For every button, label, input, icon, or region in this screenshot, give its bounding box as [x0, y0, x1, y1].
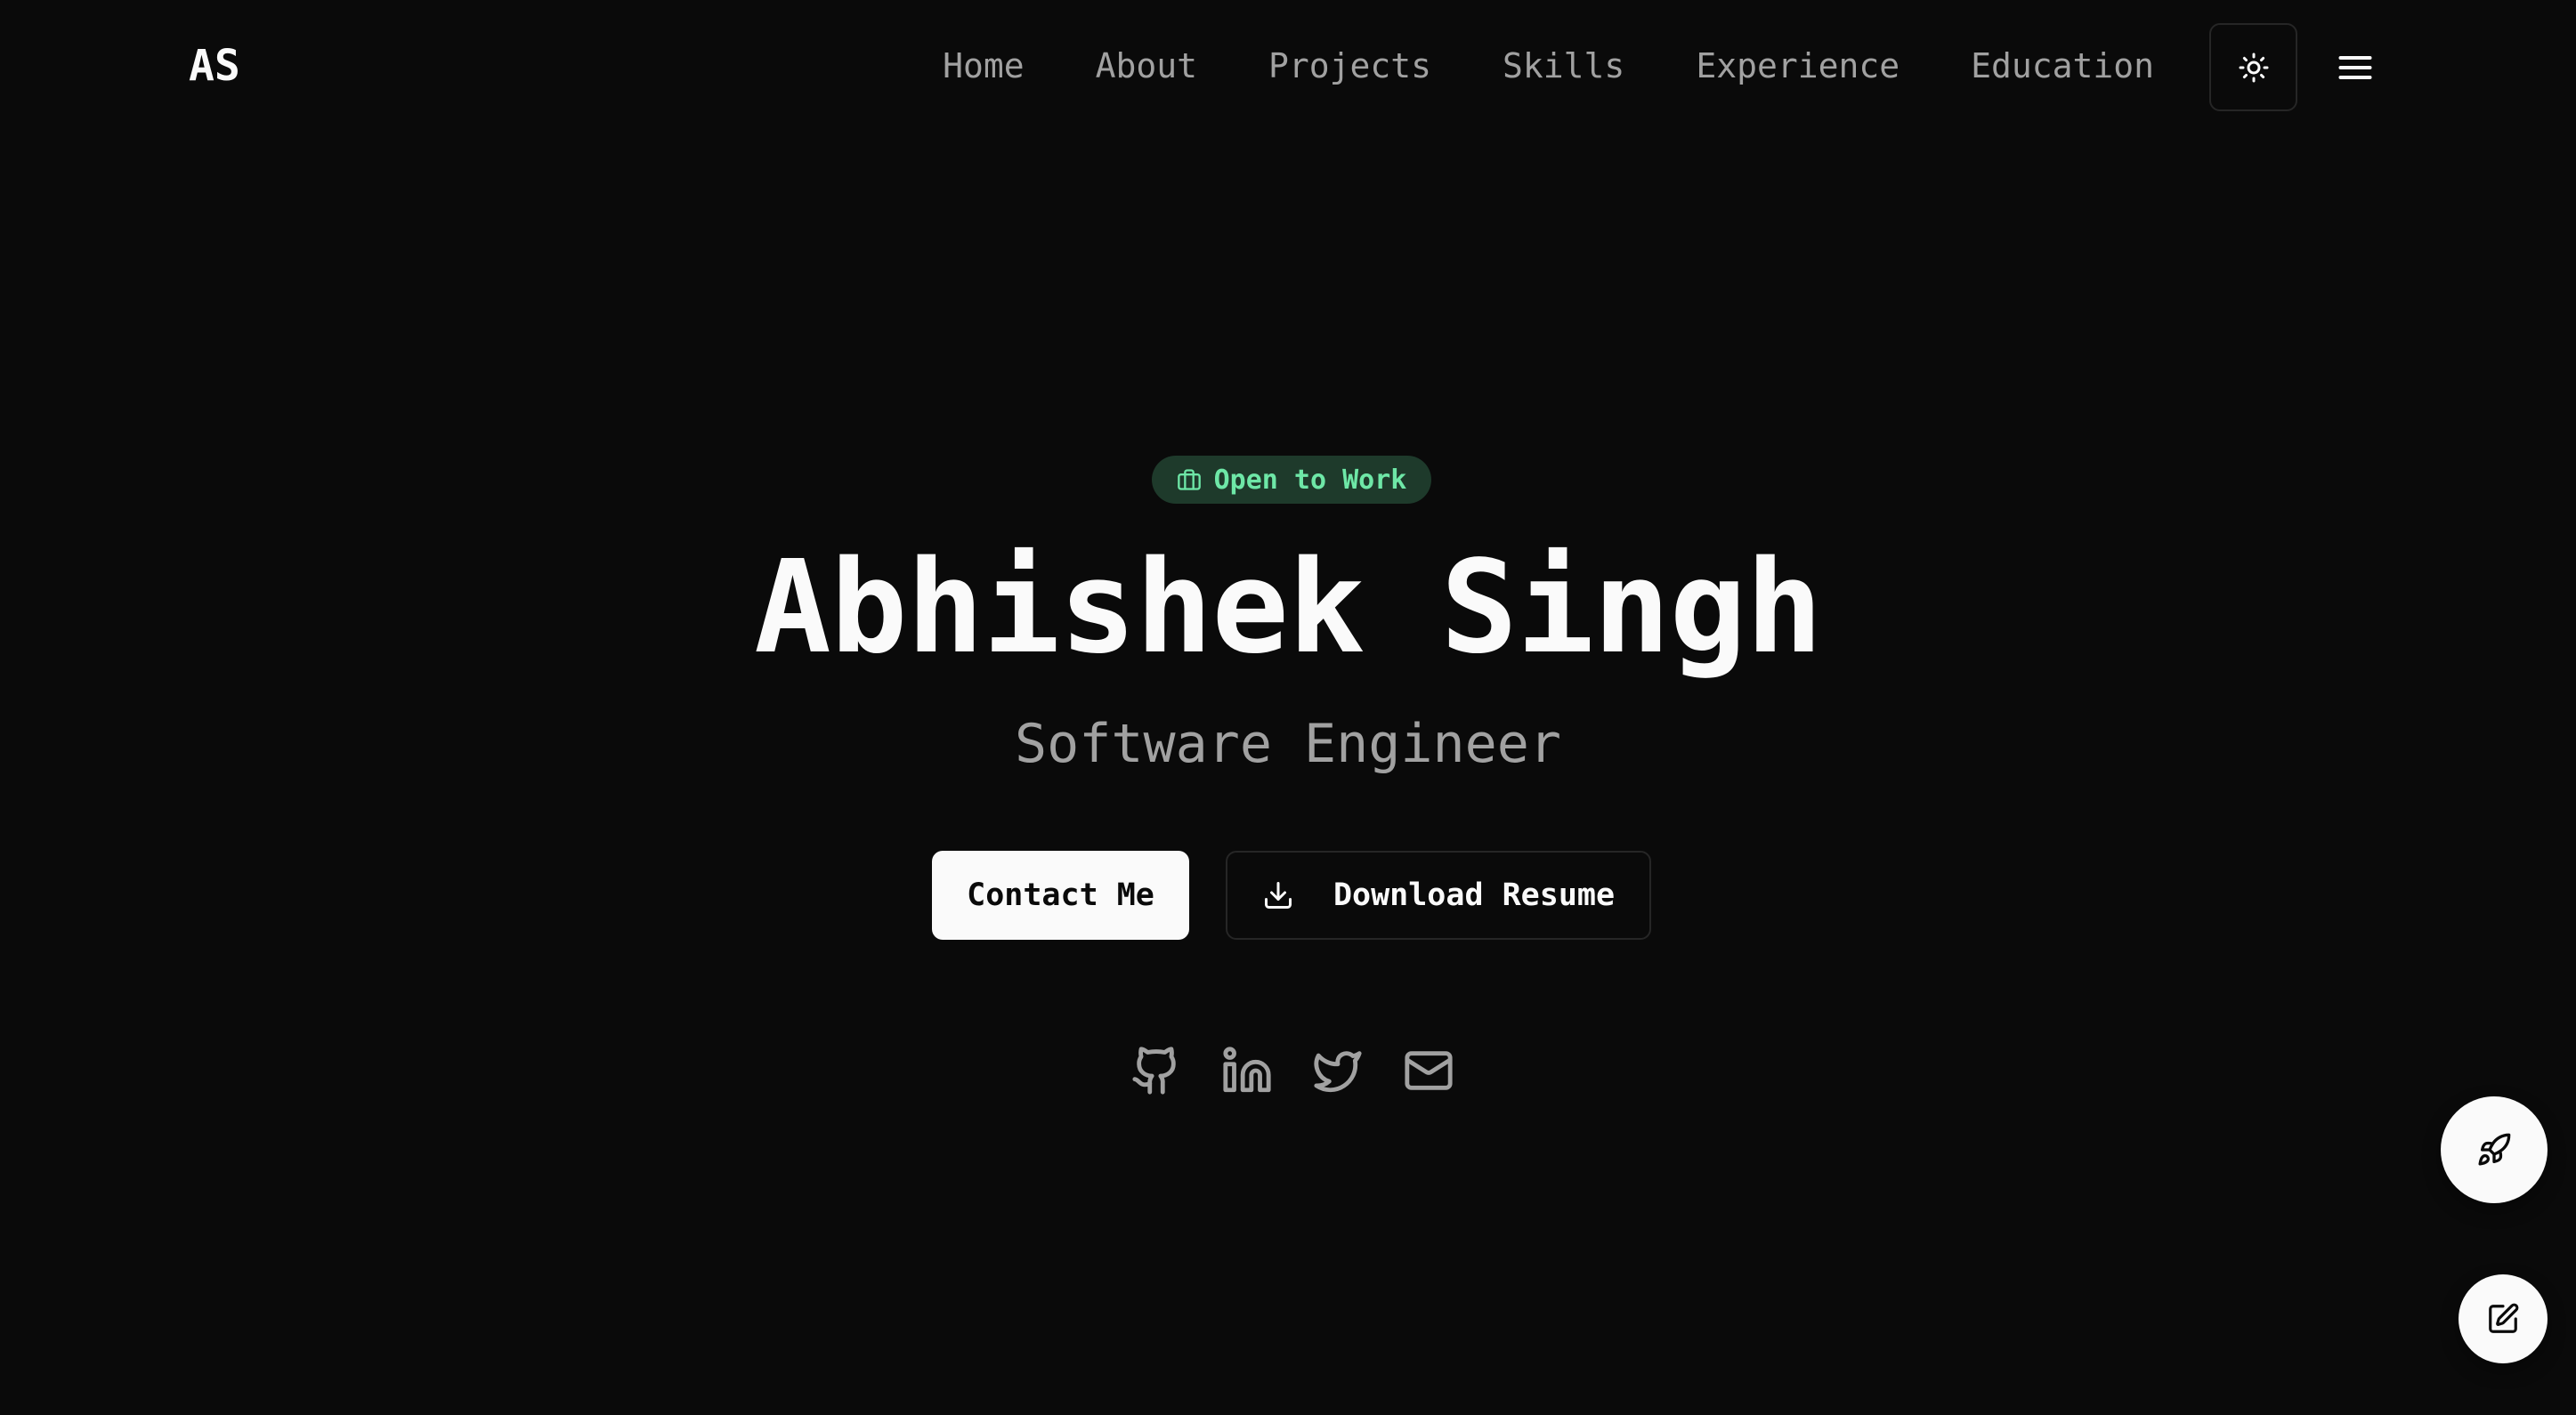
nav-about[interactable]: About — [1096, 41, 1197, 91]
nav-home[interactable]: Home — [943, 41, 1025, 91]
briefcase-icon — [1177, 469, 1201, 490]
linkedin-icon — [1223, 1047, 1271, 1093]
twitter-link[interactable] — [1312, 1045, 1364, 1096]
github-link[interactable] — [1130, 1045, 1182, 1096]
hero-name: Abhishek Singh — [754, 532, 1823, 682]
hero-role: Software Engineer — [1014, 713, 1562, 775]
download-resume-button[interactable]: Download Resume — [1226, 851, 1651, 940]
nav-skills[interactable]: Skills — [1503, 41, 1624, 91]
github-icon — [1132, 1047, 1176, 1095]
menu-button[interactable] — [2329, 41, 2382, 94]
hamburger-menu-icon — [2338, 55, 2372, 80]
download-resume-label: Download Resume — [1333, 877, 1616, 913]
portfolio-page: AS Home About Projects Skills Experience… — [0, 0, 2576, 1415]
rocket-button[interactable] — [2441, 1096, 2548, 1203]
edit-icon — [2489, 1303, 2519, 1333]
logo[interactable]: AS — [189, 41, 240, 91]
rocket-icon — [2478, 1133, 2511, 1166]
nav-projects[interactable]: Projects — [1268, 41, 1431, 91]
edit-button[interactable] — [2459, 1274, 2548, 1363]
social-links — [1130, 1045, 1454, 1096]
sun-icon — [2239, 53, 2268, 82]
twitter-icon — [1314, 1051, 1362, 1093]
contact-me-button[interactable]: Contact Me — [932, 851, 1189, 940]
nav-education[interactable]: Education — [1971, 41, 2154, 91]
nav-experience[interactable]: Experience — [1696, 41, 1900, 91]
download-icon — [1264, 882, 1292, 909]
mail-icon — [1405, 1051, 1453, 1090]
theme-toggle-button[interactable] — [2209, 23, 2297, 111]
main-nav: Home About Projects Skills Experience Ed… — [943, 41, 2154, 91]
badge-label: Open to Work — [1213, 464, 1407, 496]
linkedin-link[interactable] — [1221, 1045, 1273, 1096]
email-link[interactable] — [1403, 1045, 1454, 1096]
open-to-work-badge: Open to Work — [1152, 456, 1431, 504]
